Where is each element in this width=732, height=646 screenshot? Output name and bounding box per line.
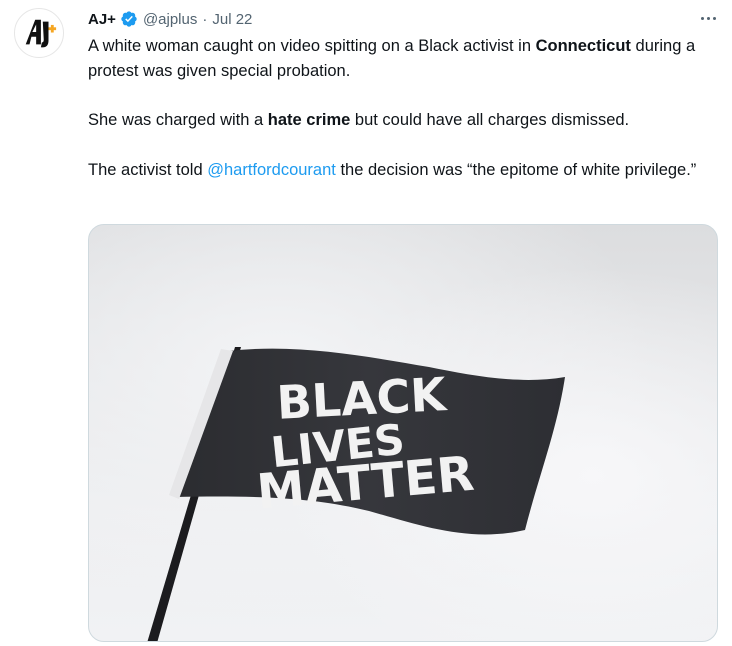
tweet-paragraph-3: The activist told @hartfordcourant the d…	[88, 160, 697, 179]
tweet-media-image[interactable]: BLACK LIVES MATTER	[88, 224, 718, 642]
tweet-header: AJ+ @ajplus · Jul 22	[88, 8, 252, 30]
tweet[interactable]: AJ+ @ajplus · Jul 22 A white woman caugh…	[0, 0, 732, 646]
tweet-text: A white woman caught on video spitting o…	[88, 34, 718, 207]
more-options-icon[interactable]	[694, 6, 722, 30]
tweet-date[interactable]: Jul 22	[212, 11, 252, 28]
mention-link[interactable]: @hartfordcourant	[207, 161, 336, 179]
bold-text-connecticut: Connecticut	[535, 37, 631, 55]
verified-badge-icon	[120, 10, 138, 28]
avatar[interactable]	[14, 8, 64, 58]
tweet-paragraph-1: A white woman caught on video spitting o…	[88, 37, 696, 80]
aj-plus-logo	[25, 19, 57, 48]
flag-photo: BLACK LIVES MATTER	[89, 225, 717, 641]
separator-dot: ·	[202, 10, 208, 28]
author-name[interactable]: AJ+	[88, 11, 116, 28]
bold-text-hate-crime: hate crime	[267, 111, 351, 129]
tweet-paragraph-2: She was charged with a hate crime but co…	[88, 111, 630, 129]
author-handle[interactable]: @ajplus	[143, 11, 197, 28]
